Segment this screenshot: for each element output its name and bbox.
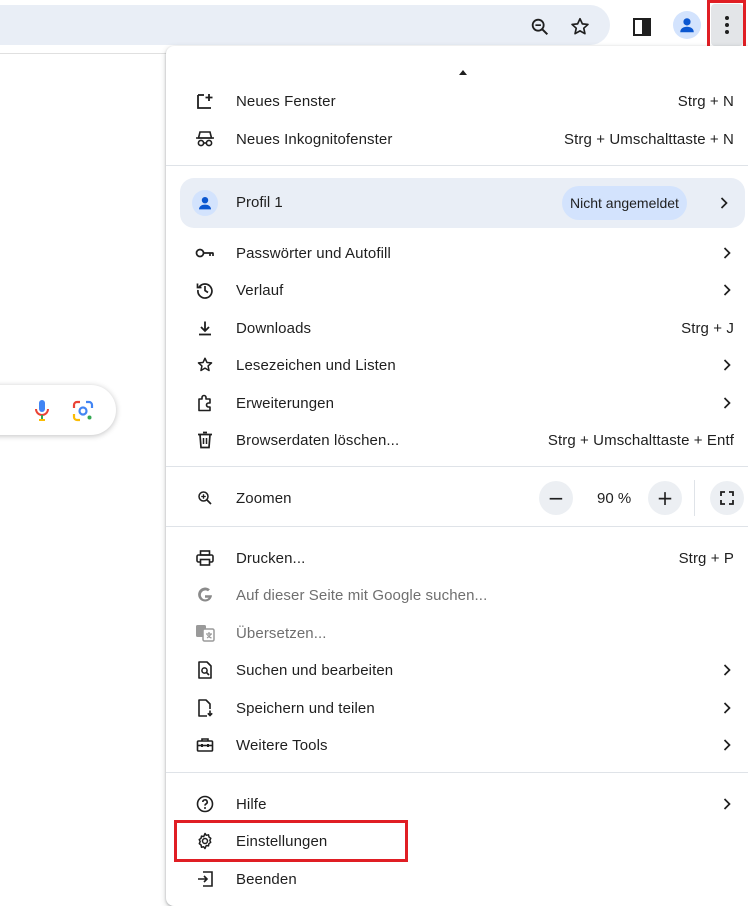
star-icon[interactable]	[566, 13, 594, 41]
toolbar-divider	[0, 53, 168, 54]
incognito-icon	[194, 128, 216, 150]
menu-item-label: Passwörter und Autofill	[236, 244, 391, 262]
history-icon	[194, 279, 216, 301]
menu-item-label: Browserdaten löschen...	[236, 431, 400, 449]
menu-item-label: Hilfe	[236, 795, 267, 813]
menu-item-passwords[interactable]: Passwörter und Autofill	[166, 235, 748, 271]
menu-item-exit[interactable]: Beenden	[166, 861, 748, 897]
zoom-icon	[194, 487, 216, 509]
menu-item-label: Downloads	[236, 319, 312, 337]
menu-item-label: Erweiterungen	[236, 394, 335, 412]
chevron-right-icon	[720, 197, 728, 209]
zoom-level-value: 90 %	[597, 490, 632, 507]
new-window-icon	[194, 90, 216, 112]
fullscreen-icon	[720, 491, 734, 505]
menu-separator	[166, 772, 748, 773]
chevron-right-icon	[723, 739, 731, 751]
puzzle-piece-icon	[194, 392, 216, 414]
shortcut-text: Strg + Umschalttaste + Entf	[547, 431, 734, 449]
menu-item-settings[interactable]: Einstellungen	[166, 823, 748, 859]
menu-separator	[166, 526, 748, 527]
more-menu-icon[interactable]	[711, 4, 743, 46]
address-bar[interactable]	[0, 5, 610, 45]
menu-item-print[interactable]: Drucken... Strg + P	[166, 540, 748, 576]
menu-item-label: Beenden	[236, 870, 297, 888]
translate-icon	[194, 622, 216, 644]
menu-item-help[interactable]: Hilfe	[166, 786, 748, 822]
menu-item-label: Speichern und teilen	[236, 699, 375, 717]
chevron-right-icon	[723, 702, 731, 714]
toolbox-icon	[194, 734, 216, 756]
key-icon	[194, 242, 216, 264]
chrome-main-menu: Neues Fenster Strg + N Neues Inkognitofe…	[166, 46, 748, 906]
menu-item-extensions[interactable]: Erweiterungen	[166, 385, 748, 421]
shortcut-text: Strg + P	[678, 549, 734, 567]
menu-item-profile[interactable]: Profil 1 Nicht angemeldet	[180, 178, 745, 228]
zoom-icon[interactable]	[526, 13, 554, 41]
shortcut-text: Strg + N	[677, 92, 734, 110]
menu-item-label: Suchen und bearbeiten	[236, 661, 394, 679]
chevron-right-icon	[723, 798, 731, 810]
menu-item-save-and-share[interactable]: Speichern und teilen	[166, 690, 748, 726]
chevron-right-icon	[723, 247, 731, 259]
menu-item-label: Einstellungen	[236, 832, 328, 850]
chevron-right-icon	[723, 397, 731, 409]
menu-item-history[interactable]: Verlauf	[166, 272, 748, 308]
lens-search-icon[interactable]	[72, 400, 94, 427]
scroll-up-caret-icon[interactable]	[459, 70, 467, 75]
profile-avatar-icon	[192, 190, 218, 216]
menu-item-downloads[interactable]: Downloads Strg + J	[166, 310, 748, 346]
fullscreen-button[interactable]	[710, 481, 744, 515]
menu-item-label: Übersetzen...	[236, 624, 327, 642]
page-search-box[interactable]	[0, 385, 116, 435]
voice-search-icon[interactable]	[33, 399, 51, 426]
help-icon	[194, 793, 216, 815]
menu-item-label: Zoomen	[236, 489, 292, 507]
shortcut-text: Strg + J	[681, 319, 734, 337]
menu-item-find-and-edit[interactable]: Suchen und bearbeiten	[166, 652, 748, 688]
menu-item-more-tools[interactable]: Weitere Tools	[166, 727, 748, 763]
menu-separator	[166, 466, 748, 467]
menu-item-label: Auf dieser Seite mit Google suchen...	[236, 586, 488, 604]
chevron-right-icon	[723, 664, 731, 676]
chevron-right-icon	[723, 284, 731, 296]
trash-icon	[194, 429, 216, 451]
menu-item-label: Verlauf	[236, 281, 284, 299]
exit-icon	[194, 868, 216, 890]
chevron-right-icon	[723, 359, 731, 371]
side-panel-icon[interactable]	[628, 13, 656, 41]
profile-icon[interactable]	[673, 11, 701, 39]
google-g-icon	[194, 584, 216, 606]
printer-icon	[194, 547, 216, 569]
shortcut-text: Strg + Umschalttaste + N	[564, 130, 734, 148]
save-file-icon	[194, 697, 216, 719]
menu-item-clear-browsing-data[interactable]: Browserdaten löschen... Strg + Umschaltt…	[166, 422, 748, 458]
menu-item-search-with-google[interactable]: Auf dieser Seite mit Google suchen...	[166, 577, 748, 613]
sign-in-status-badge: Nicht angemeldet	[562, 186, 687, 220]
menu-item-label: Weitere Tools	[236, 736, 328, 754]
star-icon	[194, 354, 216, 376]
find-in-page-icon	[194, 659, 216, 681]
menu-item-label: Lesezeichen und Listen	[236, 356, 396, 374]
profile-name: Profil 1	[236, 194, 283, 211]
zoom-out-button[interactable]: −	[539, 481, 573, 515]
menu-item-label: Drucken...	[236, 549, 306, 567]
menu-item-bookmarks[interactable]: Lesezeichen und Listen	[166, 347, 748, 383]
menu-item-label: Neues Inkognitofenster	[236, 130, 393, 148]
menu-item-new-incognito[interactable]: Neues Inkognitofenster Strg + Umschaltta…	[166, 121, 748, 157]
zoom-in-button[interactable]: +	[648, 481, 682, 515]
menu-item-new-window[interactable]: Neues Fenster Strg + N	[166, 83, 748, 119]
menu-item-label: Neues Fenster	[236, 92, 336, 110]
menu-separator	[166, 165, 748, 166]
menu-item-translate[interactable]: Übersetzen...	[166, 615, 748, 651]
zoom-divider	[694, 480, 695, 516]
download-icon	[194, 317, 216, 339]
gear-icon	[194, 830, 216, 852]
